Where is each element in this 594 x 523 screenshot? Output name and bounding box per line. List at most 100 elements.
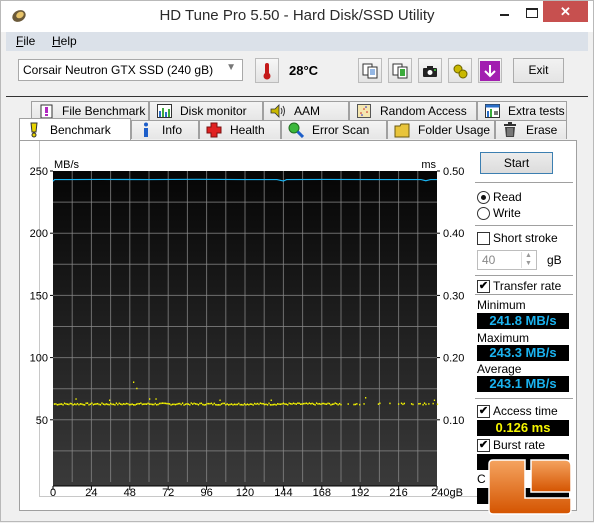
access-time-point — [104, 403, 106, 406]
access-time-point — [228, 404, 230, 406]
access-time-point — [137, 402, 139, 405]
x-tick-label: 216 — [389, 487, 407, 499]
read-radio[interactable] — [477, 191, 490, 204]
spin-arrows-icon[interactable]: ▲ ▼ — [521, 252, 535, 268]
access-time-point — [377, 403, 380, 405]
maximum-value: 243.3 MB/s — [477, 345, 569, 361]
access-time-point — [340, 403, 342, 406]
access-time-point — [248, 403, 250, 406]
access-time-point — [136, 387, 138, 390]
check-icon: ✔ — [478, 280, 489, 292]
access-time-point — [402, 403, 404, 406]
y-left-tick-label: 250 — [30, 166, 48, 178]
access-time-point — [219, 404, 221, 406]
x-tick-label: 168 — [313, 487, 331, 499]
access-time-point — [81, 403, 83, 405]
tab-benchmark[interactable]: Benchmark — [19, 118, 131, 140]
access-time-point — [422, 403, 424, 406]
access-time-point — [274, 403, 276, 406]
access-time-point — [338, 402, 341, 405]
exit-button[interactable]: Exit — [513, 58, 564, 83]
access-time-point — [79, 403, 82, 405]
write-label: Write — [493, 206, 521, 220]
access-time-point — [189, 404, 191, 406]
access-time-point — [183, 404, 185, 406]
access-time-point — [66, 403, 69, 406]
access-time-point — [94, 403, 96, 406]
access-time-checkbox[interactable]: ✔ — [477, 405, 490, 418]
access-time-point — [215, 403, 217, 406]
short-stroke-input[interactable]: 40 ▲ ▼ — [477, 250, 537, 270]
access-time-point — [295, 403, 298, 405]
access-time-point — [97, 402, 99, 405]
access-time-point — [173, 403, 175, 406]
burst-rate-label: Burst rate — [493, 438, 546, 452]
access-time-point — [432, 402, 434, 405]
divider — [475, 275, 573, 276]
access-time-point — [219, 399, 221, 402]
access-time-point — [272, 403, 274, 406]
access-time-point — [202, 403, 204, 406]
access-time-point — [199, 402, 201, 405]
access-time-point — [310, 402, 312, 405]
close-button[interactable]: ✕ — [543, 1, 588, 22]
access-time-point — [354, 403, 357, 406]
tab-label: Extra tests — [508, 104, 565, 118]
write-radio[interactable] — [477, 207, 490, 220]
access-time-point — [166, 402, 168, 405]
access-time-point — [304, 402, 306, 405]
access-time-point — [412, 403, 414, 406]
access-time-point — [85, 402, 87, 405]
access-time-point — [229, 403, 231, 406]
access-time-point — [184, 403, 187, 406]
y-left-tick-label: 100 — [30, 353, 48, 365]
check-icon: ✔ — [478, 439, 489, 451]
short-stroke-checkbox[interactable] — [477, 232, 490, 245]
access-time-point — [144, 403, 146, 405]
access-time-point — [71, 402, 73, 405]
x-tick-label: 120 — [236, 487, 254, 499]
access-time-point — [212, 403, 214, 406]
access-time-point — [105, 403, 107, 405]
access-time-point — [203, 404, 205, 406]
access-time-point — [330, 404, 332, 406]
access-time-point — [333, 403, 335, 405]
access-time-point — [82, 403, 84, 406]
tab-extra-tests[interactable]: Extra tests — [477, 101, 567, 120]
access-time-point — [301, 403, 303, 405]
access-time-point — [356, 403, 358, 405]
x-tick-label: 24 — [85, 487, 97, 499]
access-time-point — [365, 397, 367, 399]
tab-label: Erase — [526, 123, 558, 137]
tab-erase[interactable]: Erase — [495, 120, 567, 139]
start-button[interactable]: Start — [480, 152, 553, 174]
access-time-point — [109, 399, 111, 402]
save-button[interactable] — [478, 58, 502, 83]
minimize-button[interactable] — [492, 1, 518, 22]
burst-rate-checkbox[interactable]: ✔ — [477, 439, 490, 452]
access-time-point — [176, 403, 178, 406]
access-time-point — [269, 404, 272, 406]
access-time-point — [298, 402, 300, 405]
transfer-rate-checkbox[interactable]: ✔ — [477, 280, 490, 293]
access-time-point — [423, 402, 426, 404]
divider — [475, 182, 573, 183]
access-time-point — [291, 403, 293, 405]
maximize-button[interactable] — [519, 1, 545, 22]
access-time-point — [359, 403, 361, 406]
access-time-point — [315, 402, 318, 404]
average-label: Average — [477, 362, 522, 376]
access-time-point — [308, 402, 310, 404]
access-time-point — [288, 402, 290, 405]
access-time-point — [323, 402, 325, 405]
access-time-point — [222, 402, 224, 405]
access-time-point — [246, 403, 249, 406]
access-time-point — [403, 402, 406, 405]
access-time-point — [86, 402, 89, 404]
access-time-point — [148, 403, 151, 405]
access-time-point — [266, 404, 269, 406]
y-right-tick-label: 0.30 — [443, 290, 464, 302]
access-time-point — [186, 403, 188, 405]
access-time-point — [241, 403, 243, 406]
access-time-point — [317, 403, 319, 405]
